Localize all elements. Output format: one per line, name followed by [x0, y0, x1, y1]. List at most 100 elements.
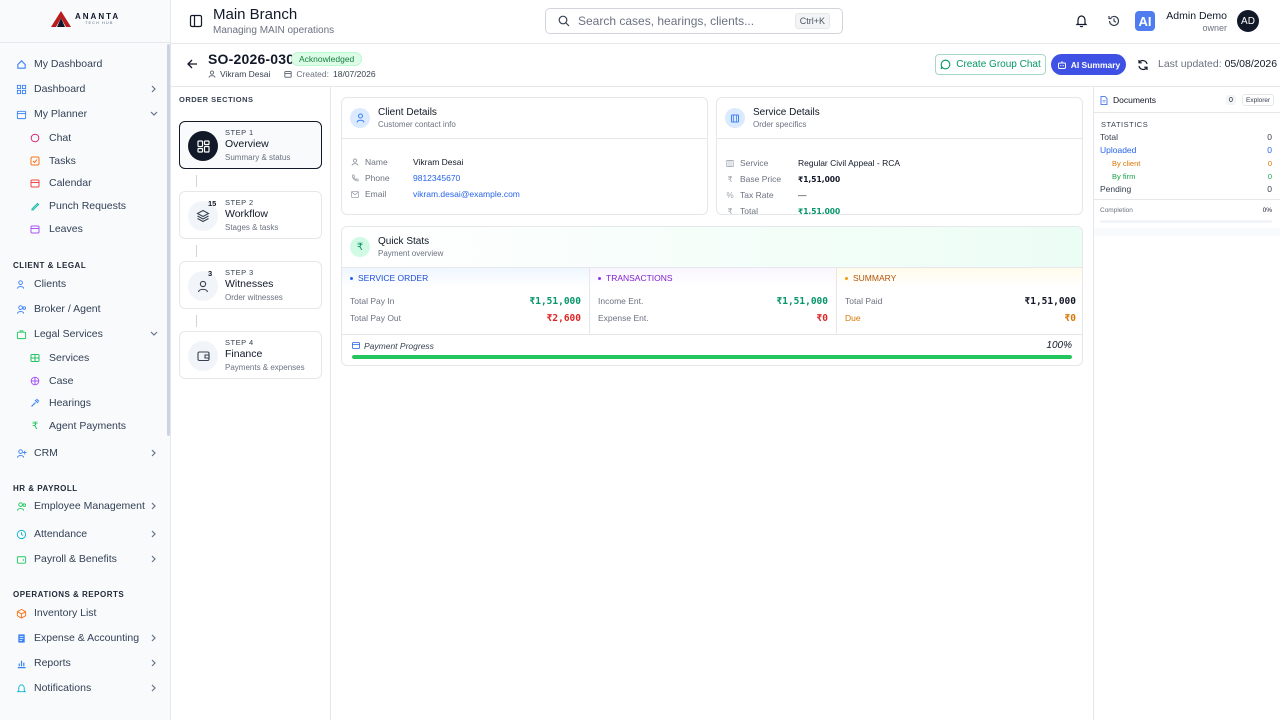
transactions-stats: TRANSACTIONS Income Ent. ₹1,51,000 Expens… [590, 268, 837, 334]
phone-icon [350, 174, 360, 182]
stat-value: 0 [1267, 184, 1272, 194]
stat-value: 0 [1267, 132, 1272, 142]
sidebar-item-label: Case [49, 375, 74, 387]
sidebar-item-services[interactable]: Services [28, 348, 160, 368]
sidebar-item-clients[interactable]: Clients [8, 273, 160, 295]
briefcase-icon [12, 329, 30, 340]
section-title: SUMMARY [853, 273, 897, 283]
ai-assistant-button[interactable]: AI [1135, 11, 1155, 31]
order-header: SO-2026-030 Acknowledged Vikram Desai Cr… [171, 44, 1280, 87]
sidebar-item-hearings[interactable]: Hearings [28, 393, 160, 413]
top-bar: Main Branch Managing MAIN operations Ctr… [171, 0, 1280, 44]
step-finance[interactable]: STEP 4 Finance Payments & expenses [179, 331, 322, 379]
payment-progress-fill [352, 355, 1072, 359]
branch-title: Main Branch [213, 6, 298, 23]
tax-rate: — [798, 190, 807, 200]
status-badge: Acknowledged [291, 52, 363, 66]
sidebar-item-attendance[interactable]: Attendance [8, 523, 160, 545]
stat-label: Total Pay In [350, 296, 395, 306]
field-label: Email [365, 189, 387, 199]
sidebar-item-notifications[interactable]: Notifications [8, 677, 160, 699]
order-client: Vikram Desai [220, 69, 271, 79]
sidebar-item-label: CRM [34, 447, 58, 459]
total-pay-out: ₹2,600 [546, 313, 581, 324]
sidebar-item-leaves[interactable]: Leaves [28, 219, 160, 239]
step-count-badge: 15 [208, 199, 217, 208]
sidebar-item-my-planner[interactable]: My Planner [8, 103, 160, 125]
section-title: SERVICE ORDER [358, 273, 429, 283]
brand-logo[interactable]: ANANTA TECH HUB [50, 10, 120, 28]
chevron-right-icon [148, 634, 160, 642]
user-icon [350, 108, 370, 128]
sidebar-item-payroll-benefits[interactable]: Payroll & Benefits [8, 548, 160, 570]
service-name: Regular Civil Appeal - RCA [798, 158, 901, 168]
client-email-link[interactable]: vikram.desai@example.com [413, 189, 520, 199]
section-label-client-legal: CLIENT & LEGAL [13, 261, 87, 270]
payment-progress-percent: 100% [1046, 340, 1072, 351]
step-title: Overview [225, 138, 269, 150]
total-paid: ₹1,51,000 [1024, 296, 1076, 307]
client-phone-link[interactable]: 9812345670 [413, 173, 460, 183]
wallet-icon [12, 554, 30, 565]
user-icon [188, 271, 218, 301]
step-workflow[interactable]: 15 STEP 2 Workflow Stages & tasks [179, 191, 322, 239]
last-updated-label: Last updated: [1158, 58, 1222, 70]
card-subtitle: Order specifics [753, 120, 807, 129]
section-label-operations-reports: OPERATIONS & REPORTS [13, 590, 125, 599]
sidebar-item-my-dashboard[interactable]: My Dashboard [8, 53, 160, 75]
sidebar-item-agent-payments[interactable]: ₹ Agent Payments [28, 416, 160, 436]
bell-icon[interactable] [1075, 14, 1088, 28]
search-input[interactable] [578, 14, 787, 28]
sidebar-item-punch-requests[interactable]: Punch Requests [28, 196, 160, 216]
message-circle-icon [940, 59, 951, 70]
step-number: STEP 2 [225, 198, 254, 207]
completion-bar [1100, 220, 1272, 223]
user-name[interactable]: Admin Demo [1166, 10, 1227, 22]
file-icon [1100, 95, 1108, 105]
global-search[interactable]: Ctrl+K [545, 8, 843, 34]
documents-title: Documents [1113, 95, 1156, 105]
sidebar-item-legal-services[interactable]: Legal Services [8, 323, 160, 345]
stat-total: Total 0 [1100, 132, 1272, 142]
stat-by-client: By client 0 [1112, 159, 1272, 168]
step-number: STEP 3 [225, 268, 254, 277]
step-overview[interactable]: STEP 1 Overview Summary & status [179, 121, 322, 169]
sidebar-item-case[interactable]: Case [28, 371, 160, 391]
sidebar-item-crm[interactable]: CRM [8, 442, 160, 464]
sidebar-item-inventory-list[interactable]: Inventory List [8, 602, 160, 624]
chevron-right-icon [148, 85, 160, 93]
sidebar-item-employee-management[interactable]: Employee Management [8, 495, 160, 517]
sidebar-item-tasks[interactable]: Tasks [28, 151, 160, 171]
step-witnesses[interactable]: 3 STEP 3 Witnesses Order witnesses [179, 261, 322, 309]
sidebar-item-label: Agent Payments [49, 420, 127, 432]
sidebar-item-dashboard[interactable]: Dashboard [8, 78, 160, 100]
toggle-sidebar-icon[interactable] [189, 14, 203, 28]
order-sections-title: ORDER SECTIONS [179, 95, 254, 104]
box-icon [12, 608, 30, 619]
sidebar-scrollbar[interactable] [167, 44, 170, 436]
sidebar-item-chat[interactable]: Chat [28, 128, 160, 148]
ai-summary-button[interactable]: AI Summary [1051, 54, 1126, 75]
sidebar-item-label: My Dashboard [34, 58, 103, 70]
create-group-chat-button[interactable]: Create Group Chat [935, 54, 1046, 75]
history-icon[interactable] [1107, 14, 1121, 28]
dashboard-icon [188, 131, 218, 161]
logo-icon [51, 11, 71, 27]
stat-value: 0 [1267, 145, 1272, 155]
sidebar-item-label: Notifications [34, 682, 92, 694]
refresh-icon[interactable] [1137, 59, 1149, 71]
avatar[interactable]: AD [1237, 10, 1259, 32]
explorer-button[interactable]: Explorer [1242, 94, 1275, 106]
bar-chart-icon [12, 658, 30, 669]
total-pay-in: ₹1,51,000 [529, 296, 581, 307]
stat-completion: Completion 0% [1100, 207, 1272, 214]
users-icon [12, 279, 30, 290]
sidebar-item-calendar[interactable]: Calendar [28, 173, 160, 193]
sidebar-item-reports[interactable]: Reports [8, 652, 160, 674]
last-updated-value: 05/08/2026 [1224, 58, 1278, 70]
sidebar-item-expense-accounting[interactable]: Expense & Accounting [8, 627, 160, 649]
chat-icon [28, 133, 42, 143]
back-arrow-icon[interactable] [187, 59, 198, 69]
sidebar-item-broker-agent[interactable]: Broker / Agent [8, 298, 160, 320]
sidebar-item-label: Dashboard [34, 83, 86, 95]
